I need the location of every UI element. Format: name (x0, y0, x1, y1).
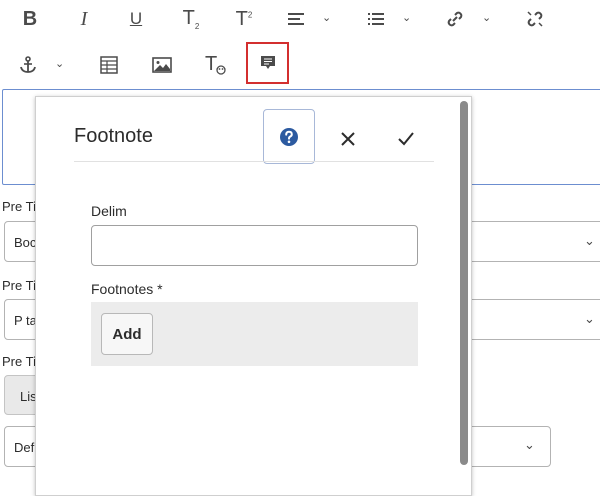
checkmark-icon (398, 132, 414, 146)
close-icon (341, 132, 355, 146)
anchor-button[interactable] (15, 52, 41, 78)
underline-icon: U (129, 9, 143, 28)
footnotes-label: Footnotes * (91, 281, 163, 297)
pre-title-select-3-value: Lis (20, 389, 36, 404)
bold-icon: B (22, 7, 38, 30)
link-icon (447, 11, 463, 27)
delim-label: Delim (91, 203, 127, 219)
subscript-button[interactable]: T2 (176, 6, 206, 32)
text-style-button[interactable]: T (201, 52, 229, 78)
dialog-scrollbar[interactable] (460, 101, 468, 465)
select-1-chevron-down-icon: ⌄ (584, 233, 595, 248)
italic-button[interactable]: I (70, 6, 98, 32)
subscript-icon: T2 (183, 7, 200, 31)
superscript-letter: T (235, 7, 248, 30)
confirm-button[interactable] (392, 125, 420, 153)
image-button[interactable] (148, 52, 176, 78)
paragraph-format-chevron-down-icon[interactable]: ⌄ (322, 11, 331, 24)
footnote-icon (260, 56, 275, 69)
dialog-title: Footnote (74, 125, 153, 147)
italic-icon: I (80, 7, 88, 30)
pre-title-label-1: Pre Ti (2, 199, 36, 214)
superscript-button[interactable]: T2 (229, 6, 259, 32)
superscript-suffix: 2 (247, 9, 253, 19)
link-chevron-down-icon[interactable]: ⌄ (482, 11, 491, 24)
dialog-header-divider (74, 161, 434, 162)
list-icon (368, 13, 384, 25)
superscript-icon: T2 (236, 8, 253, 31)
delim-input[interactable] (91, 225, 418, 266)
unlink-button[interactable] (522, 6, 548, 32)
table-icon (100, 56, 118, 74)
bold-button[interactable]: B (16, 6, 44, 32)
select-4-chevron-down-icon: ⌄ (524, 437, 535, 452)
close-button[interactable] (334, 125, 362, 153)
subscript-suffix: 2 (194, 22, 200, 31)
image-icon (152, 57, 172, 73)
add-footnote-button[interactable]: Add (101, 313, 153, 355)
select-2-chevron-down-icon: ⌄ (584, 311, 595, 326)
link-button[interactable] (442, 6, 468, 32)
pre-title-select-1-value: Boc (14, 235, 36, 250)
underline-button[interactable]: U (122, 6, 150, 32)
help-button[interactable] (263, 109, 315, 164)
help-icon (280, 127, 298, 146)
list-button[interactable] (364, 7, 388, 31)
pre-title-label-2: Pre Ti (2, 278, 36, 293)
anchor-icon (20, 56, 36, 73)
unlink-icon (527, 11, 543, 27)
paragraph-format-button[interactable] (284, 7, 308, 31)
paragraph-format-icon (288, 13, 304, 25)
anchor-chevron-down-icon[interactable]: ⌄ (55, 57, 64, 70)
pre-title-label-3: Pre Ti (2, 354, 36, 369)
footnote-button[interactable] (246, 42, 289, 84)
footnotes-multifield: Add (91, 302, 418, 366)
list-chevron-down-icon[interactable]: ⌄ (402, 11, 411, 24)
table-button[interactable] (96, 52, 122, 78)
pre-title-select-4-value: Def (14, 440, 35, 455)
pre-title-select-2-value: P ta (14, 313, 36, 328)
text-style-icon: T (203, 53, 227, 76)
footnote-dialog: Footnote Delim Footnotes * Add (35, 96, 472, 496)
subscript-letter: T (182, 7, 195, 29)
